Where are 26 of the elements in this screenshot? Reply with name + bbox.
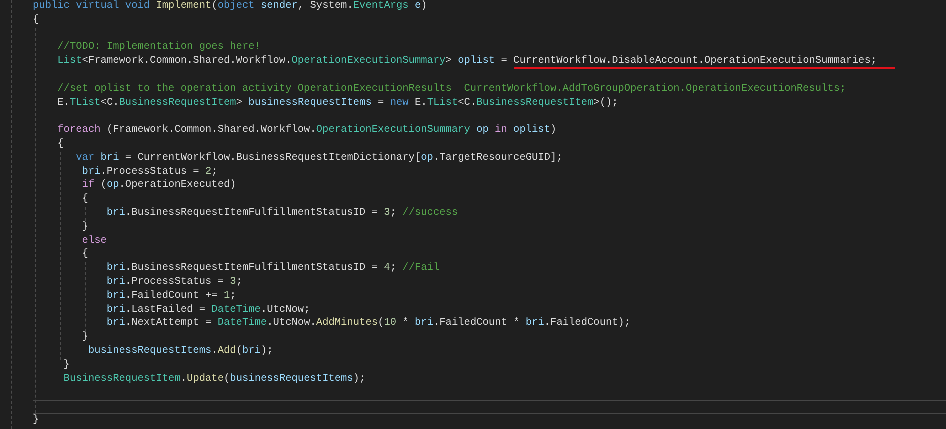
code-line: bri.ProcessStatus = 3; [106, 276, 242, 288]
code-line: { [33, 14, 40, 26]
code-line: businessRequestItems.Add(bri); [87, 344, 274, 357]
code-line: if (op.OperationExecuted) [81, 179, 236, 192]
code-line: } [62, 358, 70, 371]
code-line: } [33, 414, 40, 426]
code-line: foreach (Framework.Common.Shared.Workflow.OperationExecutionSummary op in oplist) [56, 124, 557, 136]
code-line: } [81, 331, 88, 344]
code-line: public virtual void Implement(object sender, System.EventArgs e) [33, 0, 428, 12]
code-line: bri.BusinessRequestItemFulfillmentStatusID = 4; //Fail [106, 262, 440, 274]
code-line: bri.FailedCount += 1; [106, 290, 236, 302]
code-line: var bri = CurrentWorkflow.BusinessRequestItemDictionary[op.TargetResourceGUID]; [75, 152, 563, 164]
code-line: bri.BusinessRequestItemFulfillmentStatusID = 3; //success [106, 206, 458, 219]
code-line: { [81, 193, 88, 206]
code-line: //TODO: Implementation goes here! [56, 41, 261, 54]
code-line: } [81, 220, 88, 233]
code-line: BusinessRequestItem.Update(businessRequestItems); [62, 372, 366, 385]
code-line: List<Framework.Common.Shared.Workflow.OperationExecutionSummary> oplist = CurrentWorkflow.DisableAccount.OperationExecutionSummaries; [56, 55, 878, 68]
code-line: bri.ProcessStatus = 2; [81, 166, 218, 178]
code-line: bri.LastFailed = DateTime.UtcNow; [106, 304, 310, 316]
code-line: bri.NextAttempt = DateTime.UtcNow.AddMinutes(10 * bri.FailedCount * bri.FailedCount); [106, 317, 631, 330]
code-line: { [56, 138, 64, 150]
code-line: //set oplist to the operation activity OperationExecutionResults CurrentWorkflow.AddToGroupOperation.OperationExecutionResults; [56, 82, 846, 95]
code-line: else [81, 234, 107, 247]
code-line: { [81, 248, 88, 260]
code-line: E.TList<C.BusinessRequestItem> businessRequestItems = new E.TList<C.BusinessRequestItem>(); [56, 96, 618, 109]
